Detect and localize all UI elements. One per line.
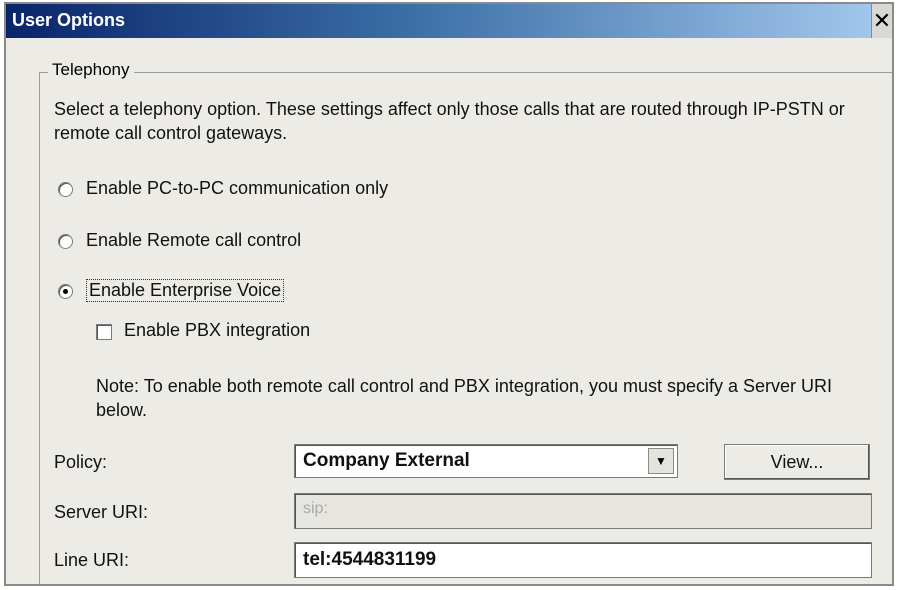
pbx-note: Note: To enable both remote call control… bbox=[96, 376, 833, 420]
telephony-description: Select a telephony option. These setting… bbox=[54, 99, 845, 143]
chevron-down-icon[interactable]: ▼ bbox=[648, 448, 674, 474]
policy-label: Policy: bbox=[54, 452, 108, 472]
line-uri-field[interactable]: tel:4544831199 bbox=[294, 542, 872, 578]
radio-remote-call-control-label[interactable]: Enable Remote call control bbox=[86, 230, 301, 251]
pbx-integration-checkbox[interactable] bbox=[96, 324, 112, 340]
view-policy-button[interactable]: View... bbox=[724, 444, 870, 480]
pbx-integration-label[interactable]: Enable PBX integration bbox=[124, 320, 310, 341]
policy-dropdown[interactable]: Company External ▼ bbox=[294, 444, 678, 478]
title-bar[interactable]: User Options ✕ bbox=[6, 4, 892, 38]
radio-enterprise-voice-label[interactable]: Enable Enterprise Voice bbox=[86, 279, 285, 302]
server-uri-field: sip: bbox=[294, 493, 872, 529]
user-options-dialog: User Options ✕ Telephony Select a teleph… bbox=[4, 2, 894, 586]
close-button[interactable]: ✕ bbox=[871, 4, 892, 38]
server-uri-value: sip: bbox=[303, 500, 328, 517]
radio-pc-to-pc[interactable] bbox=[58, 182, 73, 197]
radio-enterprise-voice[interactable] bbox=[58, 284, 73, 299]
radio-remote-call-control[interactable] bbox=[58, 234, 73, 249]
line-uri-value[interactable]: tel:4544831199 bbox=[303, 549, 436, 571]
telephony-group-label: Telephony bbox=[48, 60, 134, 80]
close-icon: ✕ bbox=[872, 8, 892, 33]
policy-dropdown-value: Company External bbox=[303, 450, 470, 471]
radio-pc-to-pc-label[interactable]: Enable PC-to-PC communication only bbox=[86, 178, 388, 199]
line-uri-label: Line URI: bbox=[54, 550, 130, 570]
server-uri-label: Server URI: bbox=[54, 502, 149, 522]
dialog-title: User Options bbox=[12, 10, 126, 30]
